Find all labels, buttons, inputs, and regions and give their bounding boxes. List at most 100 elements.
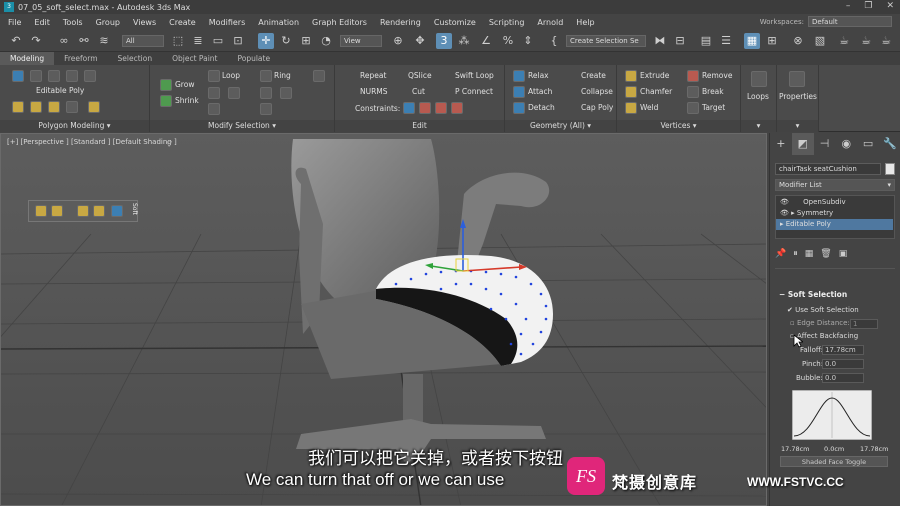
- stack-item-opensubdiv[interactable]: 👁 OpenSubdiv: [776, 197, 893, 208]
- stack-item-editable-poly[interactable]: ▸ Editable Poly: [776, 219, 893, 230]
- p-connect-button[interactable]: P Connect: [455, 87, 493, 96]
- cap-poly-button[interactable]: Cap Poly: [581, 103, 613, 112]
- tab-populate[interactable]: Populate: [227, 52, 280, 65]
- material-editor-icon[interactable]: ⊗: [790, 33, 806, 49]
- ignore-backfacing-icon[interactable]: [88, 101, 100, 113]
- loops-button[interactable]: Loops: [747, 92, 769, 101]
- menu-edit[interactable]: Edit: [34, 18, 50, 27]
- grow-button[interactable]: Grow: [175, 80, 194, 89]
- qslice-button[interactable]: QSlice: [408, 71, 432, 80]
- remove-icon[interactable]: [687, 70, 699, 82]
- detach-button[interactable]: Detach: [528, 103, 555, 112]
- minimize-icon[interactable]: –: [846, 1, 851, 11]
- pinch-spinner[interactable]: 0.0: [822, 359, 864, 369]
- window-crossing-icon[interactable]: ⊡: [230, 33, 246, 49]
- edit-options-icon[interactable]: [313, 70, 325, 82]
- edge-distance-spinner[interactable]: 1: [850, 319, 878, 329]
- loop-button[interactable]: Loop: [222, 71, 240, 80]
- menu-rendering[interactable]: Rendering: [380, 18, 421, 27]
- remove-modifier-icon[interactable]: 🗑: [820, 249, 831, 263]
- constraint-none-icon[interactable]: [403, 102, 415, 114]
- relax-button[interactable]: Relax: [528, 71, 549, 80]
- repeat-button[interactable]: Repeat: [360, 71, 386, 80]
- extrude-icon[interactable]: [625, 70, 637, 82]
- select-object-icon[interactable]: ⬚: [170, 33, 186, 49]
- curve-editor-icon[interactable]: ▦: [744, 33, 760, 49]
- remove-button[interactable]: Remove: [702, 71, 732, 80]
- shrink-icon[interactable]: [160, 95, 172, 107]
- shaded-face-toggle-button[interactable]: Shaded Face Toggle: [780, 456, 888, 467]
- pivot-center-icon[interactable]: ⊕: [390, 33, 406, 49]
- create-panel-icon[interactable]: +: [770, 133, 792, 155]
- snap-2d-icon[interactable]: ⁂: [456, 33, 472, 49]
- configure-sets-icon[interactable]: ▣: [839, 249, 848, 263]
- motion-panel-icon[interactable]: ◉: [835, 133, 857, 155]
- stack-item-symmetry[interactable]: 👁 ▸ Symmetry: [776, 208, 893, 219]
- border-mode-icon[interactable]: [48, 70, 60, 82]
- show-end-result-icon[interactable]: ⏸: [793, 249, 798, 263]
- vertex-mode-icon[interactable]: [12, 70, 24, 82]
- menu-scripting[interactable]: Scripting: [489, 18, 525, 27]
- preserve-uvs-icon[interactable]: [30, 101, 42, 113]
- break-button[interactable]: Break: [702, 87, 724, 96]
- place-icon[interactable]: ◔: [318, 33, 334, 49]
- geometry-footer[interactable]: Geometry (All) ▾: [505, 120, 616, 132]
- pin-stack-icon[interactable]: 📌: [775, 249, 786, 263]
- workspaces-select[interactable]: Default: [808, 16, 892, 27]
- render-setup-icon[interactable]: ▧: [812, 33, 828, 49]
- bubble-spinner[interactable]: 0.0: [822, 373, 864, 383]
- render-active-icon[interactable]: ☕: [878, 33, 894, 49]
- modify-mode-icon[interactable]: [12, 101, 24, 113]
- menu-modifiers[interactable]: Modifiers: [209, 18, 246, 27]
- detach-icon[interactable]: [513, 102, 525, 114]
- weld-button[interactable]: Weld: [640, 103, 658, 112]
- swift-loop-button[interactable]: Swift Loop: [455, 71, 494, 80]
- blur-soft-icon[interactable]: [51, 205, 63, 217]
- vertices-footer[interactable]: Vertices ▾: [617, 120, 740, 132]
- viewport-filter-icon[interactable]: ▽: [166, 139, 172, 148]
- menu-graph-editors[interactable]: Graph Editors: [312, 18, 367, 27]
- tab-freeform[interactable]: Freeform: [54, 52, 107, 65]
- falloff-spinner[interactable]: 17.78cm: [822, 345, 864, 355]
- properties-icon[interactable]: [789, 71, 805, 87]
- hierarchy-panel-icon[interactable]: ⊣: [814, 133, 836, 155]
- menu-tools[interactable]: Tools: [63, 18, 83, 27]
- align-icon[interactable]: ⊟: [672, 33, 688, 49]
- create-button[interactable]: Create: [581, 71, 606, 80]
- tab-modeling[interactable]: Modeling: [0, 52, 55, 65]
- shrink-button[interactable]: Shrink: [175, 96, 199, 105]
- loops-icon[interactable]: [751, 71, 767, 87]
- angle-snap-icon[interactable]: ∠: [478, 33, 494, 49]
- object-color-swatch[interactable]: [885, 163, 895, 175]
- constraint-edge-icon[interactable]: [419, 102, 431, 114]
- soft-toggle-icon[interactable]: [111, 205, 123, 217]
- move-icon[interactable]: ✛: [258, 33, 274, 49]
- ring-button[interactable]: Ring: [274, 71, 291, 80]
- polygon-modeling-footer[interactable]: Polygon Modeling ▾: [0, 120, 149, 132]
- ring-icon[interactable]: [260, 70, 272, 82]
- brush-options-icon[interactable]: [93, 205, 105, 217]
- target-weld-button[interactable]: Target: [702, 103, 725, 112]
- tab-object-paint[interactable]: Object Paint: [162, 52, 227, 65]
- select-by-name-icon[interactable]: ≣: [190, 33, 206, 49]
- unlink-icon[interactable]: ⚯: [76, 33, 92, 49]
- menu-create[interactable]: Create: [169, 18, 196, 27]
- selection-filter-select[interactable]: All: [122, 35, 164, 47]
- snaps-toggle-icon[interactable]: 3: [436, 33, 452, 49]
- show-end-result-icon[interactable]: [48, 101, 60, 113]
- create-selection-set-select[interactable]: Create Selection Se: [566, 35, 646, 47]
- object-name-input[interactable]: chairTask seatCushion: [775, 163, 881, 175]
- display-panel-icon[interactable]: ▭: [857, 133, 879, 155]
- viewport-label[interactable]: [+] [Perspective ] [Standard ] [Default …: [7, 138, 177, 146]
- break-icon[interactable]: [687, 86, 699, 98]
- loop-mode-icon[interactable]: [208, 103, 220, 115]
- loop-icon[interactable]: [208, 70, 220, 82]
- close-icon[interactable]: ✕: [886, 1, 894, 11]
- modify-panel-icon[interactable]: ◩: [791, 133, 814, 155]
- toggle-ribbon-icon[interactable]: ☰: [718, 33, 734, 49]
- extrude-button[interactable]: Extrude: [640, 71, 669, 80]
- weld-icon[interactable]: [625, 102, 637, 114]
- chamfer-icon[interactable]: [625, 86, 637, 98]
- link-icon[interactable]: ∞: [56, 33, 72, 49]
- constraint-normal-icon[interactable]: [451, 102, 463, 114]
